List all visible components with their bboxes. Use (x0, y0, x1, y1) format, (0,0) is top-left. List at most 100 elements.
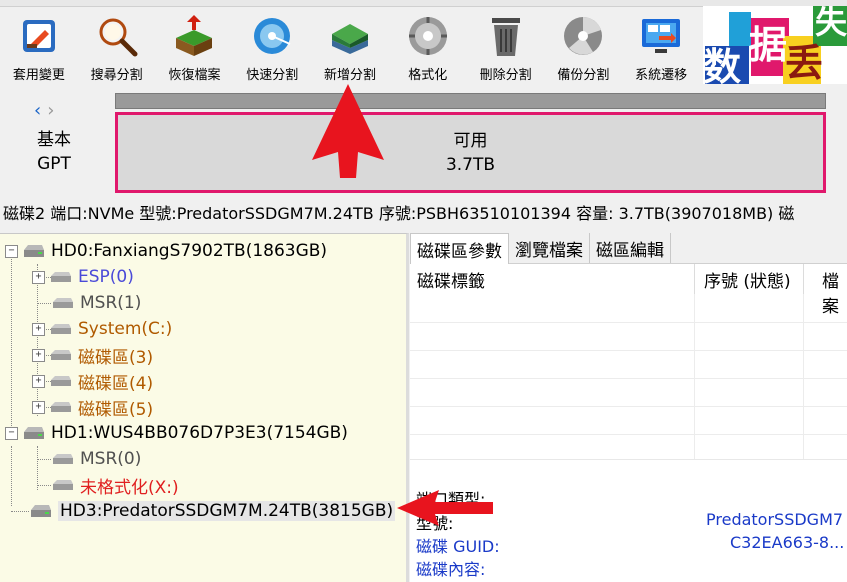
partition-label: MSR(0) (80, 449, 142, 469)
collapse-icon[interactable]: − (5, 426, 18, 440)
system-migration-icon (642, 19, 681, 53)
tree-partition-system-c[interactable]: + System(C:) (32, 317, 172, 341)
tab-partition-params[interactable]: 磁碟區參數 (410, 233, 509, 264)
recover-files-icon (176, 15, 213, 56)
delete-partition-button[interactable]: 刪除分割 (467, 6, 545, 90)
system-migration-button[interactable]: 系統遷移 (622, 6, 700, 90)
tool-label: 快速分割 (246, 68, 299, 83)
tab-sector-editor[interactable]: 磁區編輯 (590, 233, 671, 263)
guid-value: C32EA663-8... (730, 533, 845, 552)
tool-label: 刪除分割 (479, 68, 532, 83)
table-header: 磁碟標籤 序號 (狀態) 檔案 (410, 264, 847, 317)
partition-label: 磁碟區(4) (78, 373, 154, 394)
tree-partition-vol4[interactable]: + 磁碟區(4) (32, 369, 154, 394)
annotation-arrow-up-icon (312, 84, 384, 178)
disk-type-label: 基本 GPT (30, 128, 78, 176)
disk-type-gpt: GPT (37, 154, 71, 174)
partition-label: 磁碟區(3) (78, 347, 154, 368)
contents-label: 磁碟內容: (416, 560, 486, 579)
apply-changes-icon (22, 20, 55, 52)
column-gridline (803, 294, 804, 459)
table-row (410, 378, 847, 407)
disk-label: HD0:FanxiangS7902TB(1863GB) (51, 241, 328, 261)
partition-label: ESP(0) (78, 267, 134, 287)
guid-label: 磁碟 GUID: (416, 537, 500, 556)
partition-bar: 可用 3.7TB (115, 93, 826, 193)
tree-partition-unformatted-x[interactable]: 未格式化(X:) (51, 473, 179, 498)
tree-disk-hd3[interactable]: HD3:PredatorSSDGM7M.24TB(3815GB) (29, 499, 396, 523)
tool-label: 新增分割 (324, 68, 377, 83)
partition-icon (51, 402, 71, 412)
tool-label: 套用變更 (12, 68, 65, 83)
disk-type-basic: 基本 (37, 130, 71, 150)
tree-partition-esp[interactable]: + ESP(0) (32, 265, 134, 289)
new-partition-button[interactable]: 新增分割 (311, 6, 389, 90)
column-gridline (694, 294, 695, 459)
model-value: PredatorSSDGM7 (706, 510, 844, 529)
tree-disk-hd0[interactable]: − HD0:FanxiangS7902TB(1863GB) (5, 239, 327, 263)
apply-changes-button[interactable]: 套用變更 (0, 6, 78, 90)
disk-usage-strip (115, 93, 826, 109)
partition-icon (51, 350, 71, 360)
chevron-right-icon[interactable]: › (47, 100, 54, 121)
column-divider[interactable] (803, 264, 804, 294)
format-icon (408, 17, 447, 55)
search-partition-icon (99, 18, 138, 57)
table-row (410, 294, 847, 323)
tree-partition-vol5[interactable]: + 磁碟區(5) (32, 395, 154, 420)
expand-icon[interactable]: + (32, 400, 45, 414)
free-space-label: 可用 (453, 130, 488, 151)
expand-icon[interactable]: + (32, 374, 45, 388)
tool-label: 搜尋分割 (90, 68, 143, 83)
disk-nav: ‹ › (34, 100, 60, 121)
search-partition-button[interactable]: 搜尋分割 (78, 6, 156, 90)
partition-icon (53, 298, 73, 308)
disk-info-line: 磁碟2 端口:NVMe 型號:PredatorSSDGM7M.24TB 序號:P… (3, 204, 795, 223)
tool-label: 恢復檔案 (168, 68, 221, 83)
tab-browse-files[interactable]: 瀏覽檔案 (509, 233, 590, 263)
column-disk-label[interactable]: 磁碟標籤 (417, 267, 485, 292)
tool-label: 格式化 (408, 68, 448, 83)
tree-disk-hd1[interactable]: − HD1:WUS4BB076D7P3E3(7154GB) (5, 421, 348, 445)
brand-logo: 数 据 丢 失 (703, 6, 847, 84)
partition-label: 磁碟區(5) (78, 399, 154, 420)
table-row (410, 350, 847, 379)
column-serial-status[interactable]: 序號 (狀態) (704, 267, 791, 292)
table-row (410, 406, 847, 435)
free-space-block[interactable]: 可用 3.7TB (115, 112, 826, 193)
disk-label-selected: HD3:PredatorSSDGM7M.24TB(3815GB) (58, 501, 396, 521)
disk-tree: − HD0:FanxiangS7902TB(1863GB) + ESP(0) M… (0, 233, 409, 582)
collapse-icon[interactable]: − (5, 244, 18, 258)
backup-partition-icon (564, 17, 603, 55)
partition-icon (51, 324, 71, 334)
quick-partition-button[interactable]: 快速分割 (233, 6, 311, 90)
column-divider[interactable] (694, 264, 695, 294)
disk-label: HD1:WUS4BB076D7P3E3(7154GB) (51, 423, 348, 443)
chevron-left-icon[interactable]: ‹ (34, 100, 41, 121)
hard-disk-icon (24, 245, 44, 257)
hard-disk-icon (31, 505, 51, 517)
delete-partition-icon (491, 18, 520, 56)
expand-icon[interactable]: + (32, 322, 45, 336)
partition-label: System(C:) (78, 319, 173, 339)
tree-partition-vol3[interactable]: + 磁碟區(3) (32, 343, 154, 368)
table-row (410, 322, 847, 351)
quick-partition-icon (254, 18, 291, 54)
expand-icon[interactable]: + (32, 270, 45, 284)
partition-icon (53, 480, 73, 490)
partition-icon (51, 376, 71, 386)
tool-label: 備份分割 (557, 68, 610, 83)
format-button[interactable]: 格式化 (389, 6, 467, 90)
annotation-arrow-left-icon (397, 490, 493, 526)
new-partition-icon (332, 24, 369, 54)
tree-partition-msr0[interactable]: MSR(0) (51, 447, 141, 471)
tree-partition-msr1[interactable]: MSR(1) (51, 291, 141, 315)
partition-icon (51, 272, 71, 282)
partition-label: 未格式化(X:) (80, 477, 179, 498)
hard-disk-icon (24, 427, 44, 439)
recover-files-button[interactable]: 恢復檔案 (156, 6, 234, 90)
expand-icon[interactable]: + (32, 348, 45, 362)
toolbar: 套用變更 搜尋分割 恢復檔案 快速分割 新增分割 格式化 刪除分割 備份分割 系… (0, 6, 700, 90)
backup-partition-button[interactable]: 備份分割 (544, 6, 622, 90)
details-tabs: 磁碟區參數 瀏覽檔案 磁區編輯 (410, 233, 847, 264)
